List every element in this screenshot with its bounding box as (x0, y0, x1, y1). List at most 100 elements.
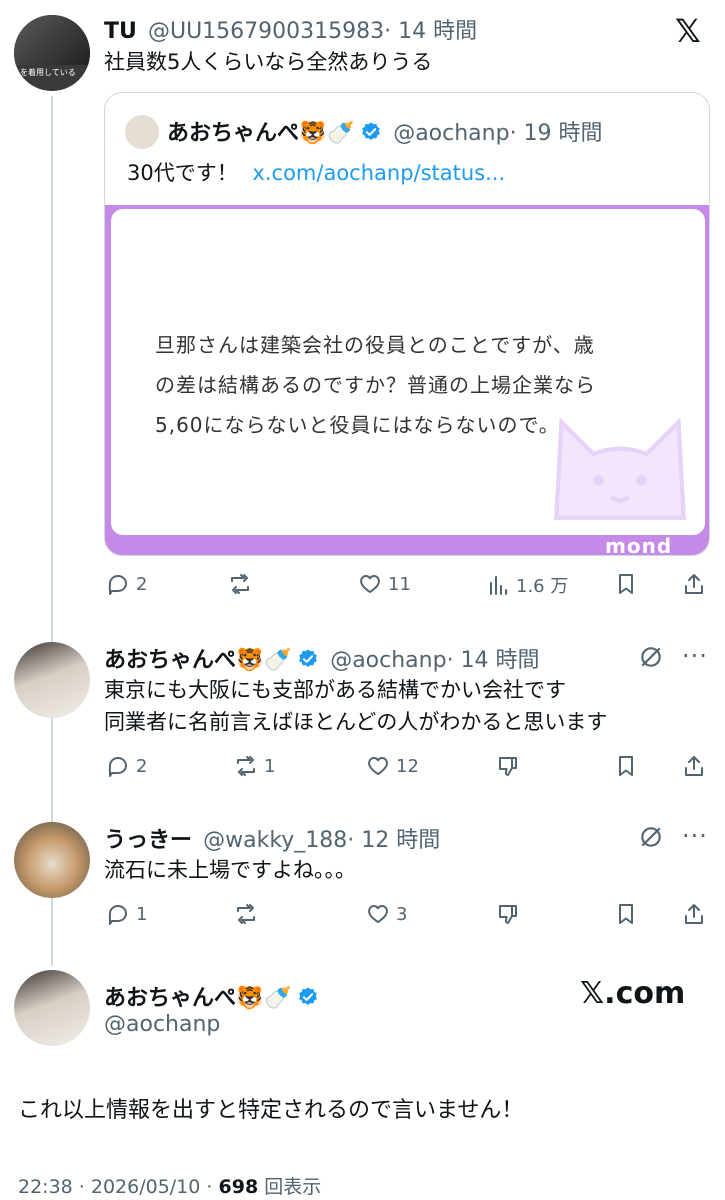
baby-bottle-emoji: 🍼 (264, 986, 292, 1011)
bookmark-icon (619, 574, 633, 594)
avatar-main[interactable] (14, 970, 90, 1046)
share-button[interactable] (682, 754, 706, 778)
reply1-text-line2: 同業者に名前言えばほとんどの人がわかると思います (104, 710, 608, 734)
reply-count: 2 (136, 755, 148, 777)
main-tweet-meta: 22:38 · 2026/05/10 · 698 回表示 (18, 1172, 321, 1199)
quote-status-link[interactable]: x.com/aochanp/status... (252, 161, 505, 185)
like-button[interactable]: 12 (366, 754, 419, 778)
heart-icon (368, 757, 388, 775)
views-label: 回表示 (258, 1176, 322, 1198)
retweet-button[interactable]: 1 (234, 754, 275, 778)
mond-text-line1: 旦那さんは建築会社の役員とのことですが、歳 (155, 333, 595, 357)
avatar-reply1[interactable] (14, 642, 90, 718)
reply2-time[interactable]: · 12 時間 (347, 828, 440, 853)
avatar-reply2[interactable] (14, 822, 90, 898)
tweet-time[interactable]: · 14 時間 (384, 19, 477, 44)
share-button[interactable] (682, 902, 706, 926)
avatar-quote[interactable] (125, 115, 159, 149)
header-tweet-meta: TU @UU1567900315983· 14 時間 (104, 13, 477, 45)
mond-inner-card: 旦那さんは建築会社の役員とのことですが、歳 の差は結構あるのですか？普通の上場企… (111, 209, 705, 535)
quote-author-handle[interactable]: @aochanp (393, 121, 509, 146)
grok-icon[interactable] (638, 644, 664, 670)
retweet-button[interactable] (234, 902, 264, 926)
reply1-time[interactable]: · 14 時間 (447, 648, 540, 673)
heart-icon (360, 575, 380, 593)
tiger-emoji: 🐯 (236, 986, 264, 1011)
bookmark-button[interactable] (614, 754, 638, 778)
main-timestamp[interactable]: 22:38 · 2026/05/10 · (18, 1176, 219, 1198)
main-author-row: あおちゃんぺ🐯🍼 (104, 980, 319, 1012)
reply-button[interactable]: 1 (106, 902, 147, 926)
reply1-meta: あおちゃんぺ🐯🍼 @aochanp· 14 時間 (104, 642, 540, 674)
like-button[interactable]: 3 (366, 902, 407, 926)
avatar-overlay-text: を着用している (20, 68, 76, 77)
verified-badge-icon (299, 649, 318, 667)
thumbs-down-icon (499, 905, 517, 924)
bookmark-button[interactable] (614, 572, 638, 596)
main-author-name[interactable]: あおちゃんぺ (104, 986, 236, 1011)
retweet-count: 1 (264, 755, 276, 777)
share-button[interactable] (682, 572, 706, 596)
views-button[interactable]: 1.6 万 (486, 572, 568, 598)
share-icon (685, 574, 703, 594)
quote-author-name[interactable]: あおちゃんぺ (167, 121, 299, 146)
thumbs-down-icon (499, 757, 517, 776)
quoted-tweet-card[interactable]: あおちゃんぺ🐯🍼 @aochanp· 19 時間 30代です！ x.com/ao… (104, 92, 710, 556)
views-chart-icon (490, 576, 507, 595)
like-count: 3 (396, 903, 408, 925)
dislike-button[interactable] (496, 902, 520, 926)
more-options-icon[interactable]: ··· (682, 822, 708, 850)
retweet-button[interactable] (228, 572, 258, 596)
mond-brand-logo: mond (605, 534, 673, 556)
reply-count: 1 (136, 903, 148, 925)
bookmark-icon (619, 904, 633, 924)
mond-question-image[interactable]: 旦那さんは建築会社の役員とのことですが、歳 の差は結構あるのですか？普通の上場企… (105, 205, 709, 556)
header-tweet-text: 社員数5人くらいなら全然ありうる (104, 50, 433, 74)
xcom-watermark: 𝕏.com (580, 976, 686, 1011)
main-tweet-text: これ以上情報を出すと特定されるので言いません！ (18, 1098, 524, 1123)
reply-button[interactable]: 2 (106, 754, 147, 778)
like-count: 11 (388, 573, 411, 595)
quote-meta: あおちゃんぺ🐯🍼 @aochanp· 19 時間 (167, 115, 603, 147)
x-logo-icon[interactable]: 𝕏 (675, 12, 701, 50)
reply2-text: 流石に未上場ですよね。。。 (104, 858, 356, 882)
dislike-button[interactable] (496, 754, 520, 778)
reply-count: 2 (136, 573, 148, 595)
more-options-icon[interactable]: ··· (682, 642, 708, 670)
bookmark-button[interactable] (614, 902, 638, 926)
author-handle[interactable]: @UU1567900315983 (148, 19, 384, 44)
bookmark-icon (619, 756, 633, 776)
baby-bottle-emoji: 🍼 (264, 648, 292, 673)
reply-button[interactable]: 2 (106, 572, 147, 596)
reply-icon (108, 757, 127, 777)
verified-badge-icon (362, 122, 381, 140)
main-author-handle[interactable]: @aochanp (104, 1012, 220, 1037)
quote-text: 30代です！ (127, 161, 238, 185)
heart-icon (368, 905, 388, 923)
reply2-author-name[interactable]: うっきー (104, 828, 192, 853)
grok-icon[interactable] (638, 824, 664, 850)
mond-text-line2: の差は結構あるのですか？普通の上場企業なら (155, 373, 596, 397)
avatar-tu[interactable]: を着用している (14, 15, 90, 91)
view-count: 1.6 万 (516, 576, 569, 597)
reply1-author-name[interactable]: あおちゃんぺ (104, 648, 236, 673)
share-icon (685, 904, 703, 924)
reply2-meta: うっきー @wakky_188· 12 時間 (104, 822, 440, 854)
author-name[interactable]: TU (104, 19, 137, 44)
like-button[interactable]: 11 (358, 572, 411, 596)
tiger-emoji: 🐯 (299, 121, 327, 146)
reply-icon (108, 905, 127, 925)
verified-badge-icon (299, 987, 318, 1005)
mond-text-line3: 5,60にならないと役員にはならないので。 (155, 413, 560, 437)
reply-icon (108, 575, 127, 595)
retweet-icon (231, 574, 249, 594)
retweet-icon (237, 756, 255, 776)
quote-time[interactable]: · 19 時間 (510, 121, 603, 146)
views-number: 698 (218, 1176, 259, 1198)
share-icon (685, 756, 703, 776)
reply1-text-line1: 東京にも大阪にも支部がある結構でかい会社です (104, 678, 566, 702)
reply1-author-handle[interactable]: @aochanp (330, 648, 446, 673)
reply2-author-handle[interactable]: @wakky_188 (203, 828, 347, 853)
quote-text-row: 30代です！ x.com/aochanp/status... (127, 157, 505, 189)
baby-bottle-emoji: 🍼 (327, 121, 355, 146)
